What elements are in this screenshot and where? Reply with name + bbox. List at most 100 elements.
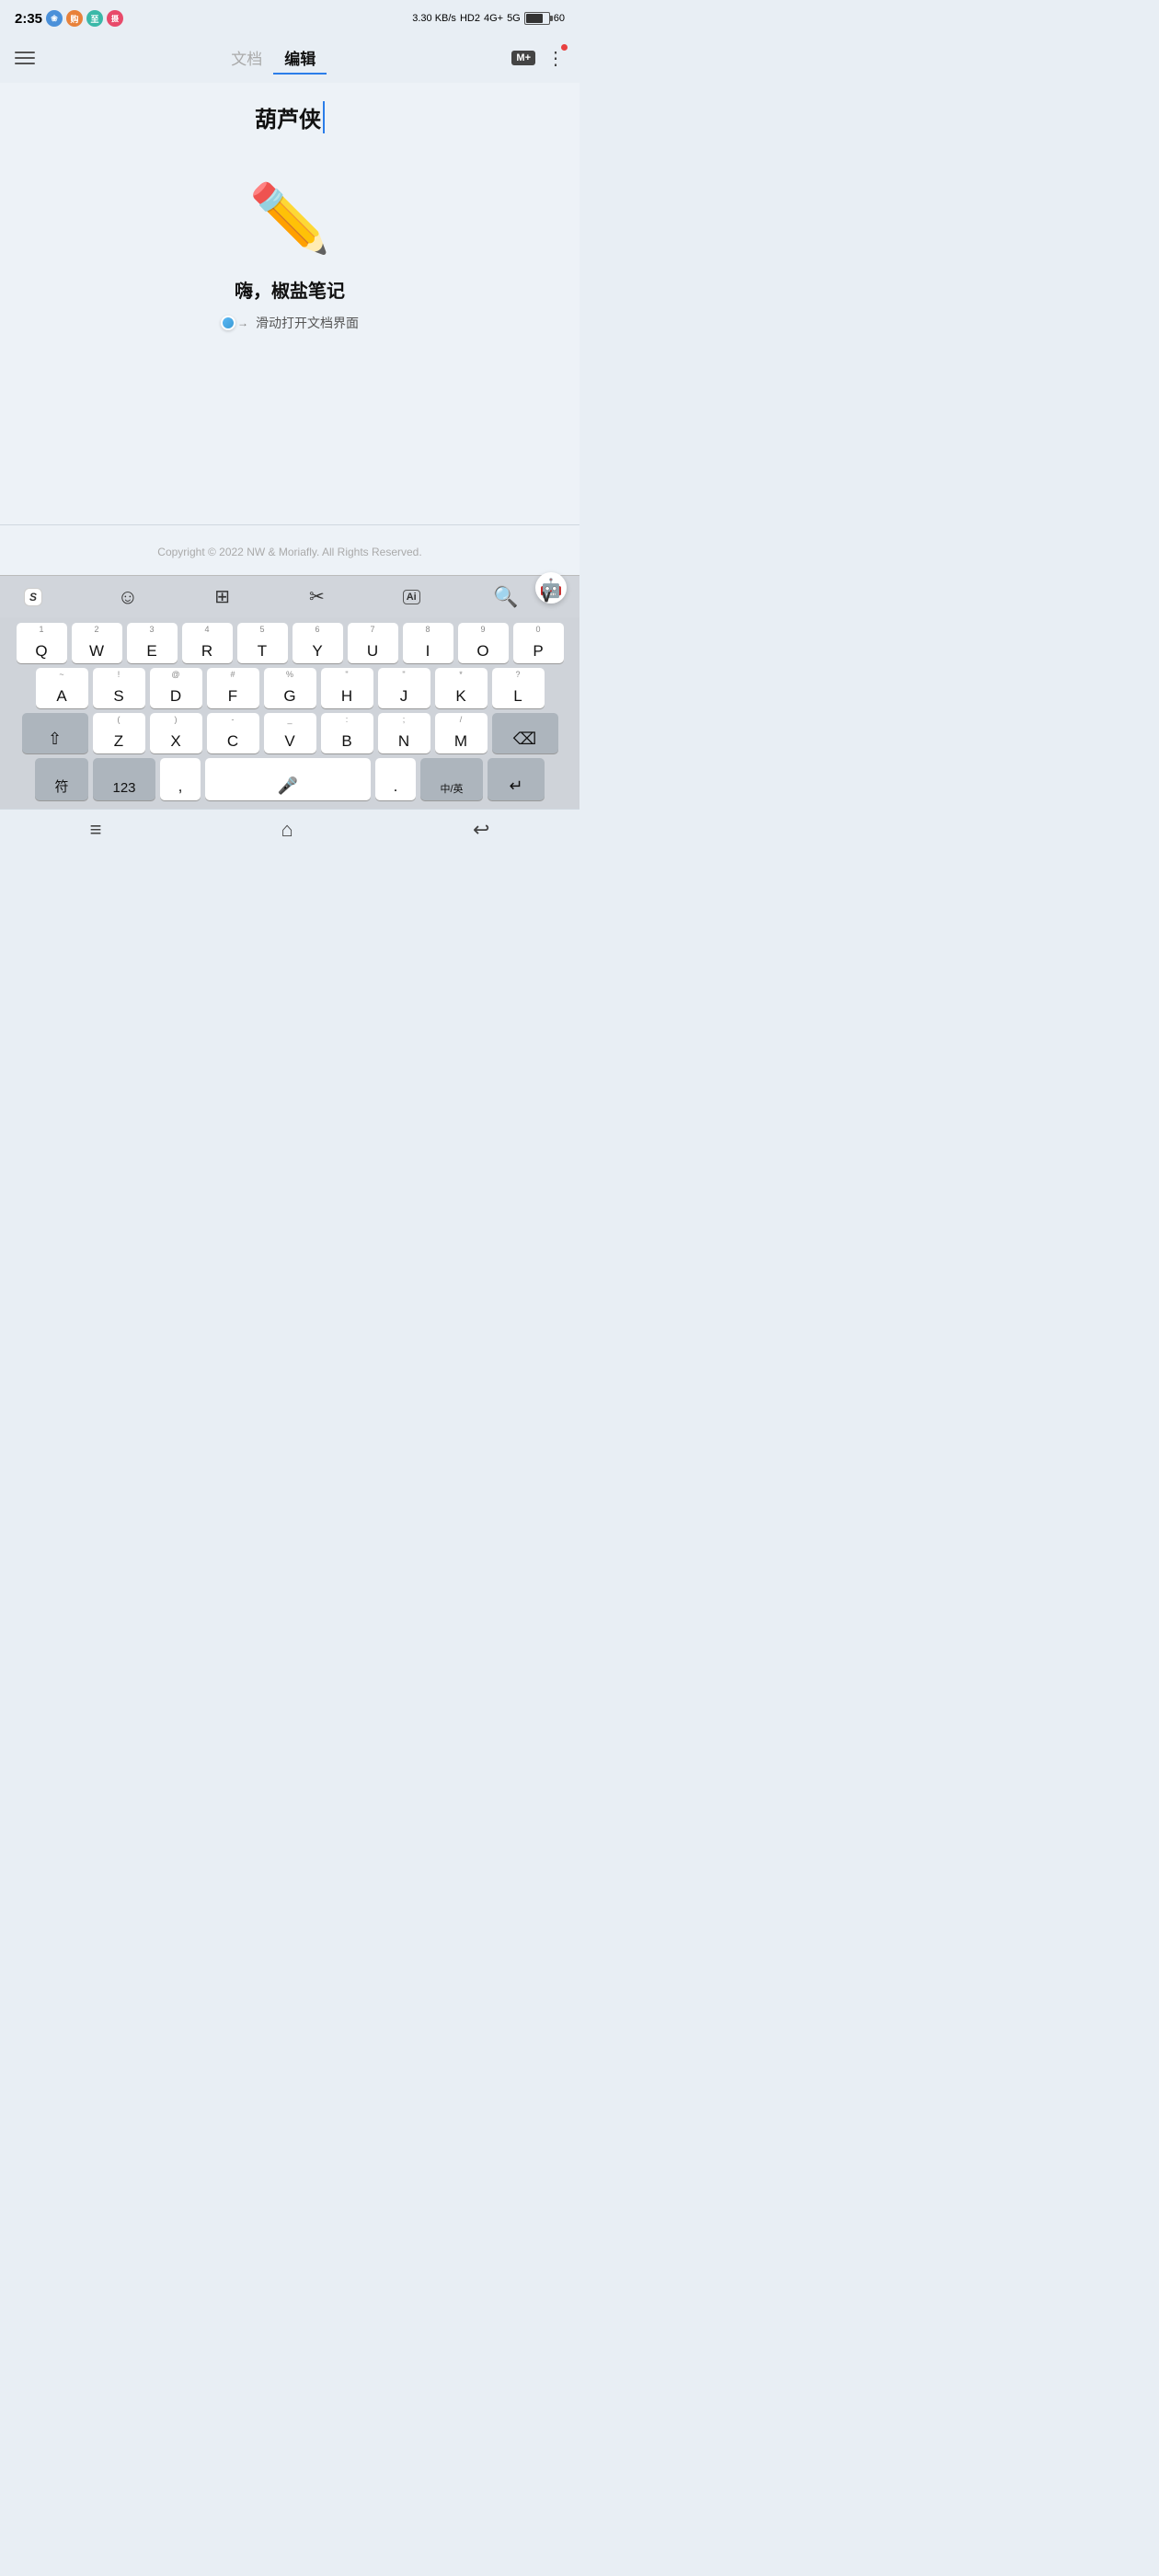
- nav-tabs: 文档 编辑: [220, 42, 327, 75]
- bottom-nav-back-icon[interactable]: ↩: [473, 818, 489, 842]
- network-speed: 3.30 KB/s: [412, 13, 456, 24]
- sougou-icon: S: [24, 588, 42, 606]
- key-z[interactable]: (Z: [93, 713, 145, 753]
- key-o[interactable]: 9O: [458, 623, 509, 663]
- key-lang-switch[interactable]: 中/英: [420, 758, 483, 800]
- status-right: 3.30 KB/s HD2 4G+ 5G 60: [412, 12, 565, 25]
- keyboard-toolbar: 🤖 S ☺ ⊞ ✂ Ai 🔍 ∨: [0, 575, 580, 617]
- key-e[interactable]: 3E: [127, 623, 178, 663]
- status-left: 2:35 ❀ 购 至 摄: [15, 10, 123, 27]
- key-f[interactable]: #F: [207, 668, 259, 708]
- key-l[interactable]: ?L: [492, 668, 545, 708]
- scissors-icon: ✂: [309, 585, 325, 608]
- status-icon-4: 摄: [107, 10, 123, 27]
- key-x[interactable]: )X: [150, 713, 202, 753]
- ai-icon: Ai: [403, 590, 420, 604]
- hd-indicator: HD2: [460, 13, 480, 24]
- key-y[interactable]: 6Y: [293, 623, 343, 663]
- slide-indicator: →: [221, 316, 248, 330]
- pencil-emoji: ✏️: [248, 179, 331, 258]
- key-d[interactable]: @D: [150, 668, 202, 708]
- key-q[interactable]: 1Q: [17, 623, 67, 663]
- tab-edit[interactable]: 编辑: [273, 42, 327, 75]
- key-shift[interactable]: ⇧: [22, 713, 88, 753]
- battery-indicator: [524, 12, 550, 25]
- keyboard: 1Q 2W 3E 4R 5T 6Y 7U 8I 9O 0P ~A !S @D #…: [0, 617, 580, 809]
- key-a[interactable]: ~A: [36, 668, 88, 708]
- nav-right: M+ ⋮: [511, 47, 565, 70]
- chevron-down-icon: ∨: [540, 587, 552, 606]
- key-k[interactable]: *K: [435, 668, 488, 708]
- key-w[interactable]: 2W: [72, 623, 122, 663]
- signal-5g: 5G: [507, 13, 521, 24]
- key-j[interactable]: "J: [378, 668, 430, 708]
- key-space[interactable]: 🎤: [205, 758, 371, 800]
- bottom-nav-menu-icon[interactable]: ≡: [90, 818, 102, 842]
- copyright-area: Copyright © 2022 NW & Moriafly. All Righ…: [0, 524, 580, 575]
- status-icon-1: ❀: [46, 10, 63, 27]
- ai-tool[interactable]: Ai: [393, 581, 430, 614]
- key-u[interactable]: 7U: [348, 623, 398, 663]
- key-comma[interactable]: ,: [160, 758, 201, 800]
- signal-4g: 4G+: [484, 13, 503, 24]
- sougou-tool[interactable]: S: [15, 581, 52, 614]
- key-123[interactable]: 123: [93, 758, 155, 800]
- red-dot-indicator: [561, 44, 568, 51]
- grid-icon: ⊞: [214, 585, 230, 608]
- more-icon: ⋮: [546, 49, 565, 69]
- kb-right-tools: 🔍 ∨: [488, 581, 565, 614]
- search-tool[interactable]: 🔍: [488, 581, 524, 614]
- keyboard-row-4: 符 123 , 🎤 . 中/英 ↵: [4, 758, 576, 800]
- slide-hint: → 滑动打开文档界面: [221, 314, 359, 332]
- doc-title[interactable]: 葫芦侠: [255, 101, 325, 133]
- key-s[interactable]: !S: [93, 668, 145, 708]
- search-icon: 🔍: [493, 585, 518, 609]
- doc-title-area: 葫芦侠: [28, 101, 552, 133]
- bottom-nav-home-icon[interactable]: ⌂: [281, 818, 293, 842]
- key-fu[interactable]: 符: [35, 758, 88, 800]
- key-n[interactable]: ;N: [378, 713, 430, 753]
- bottom-nav: ≡ ⌂ ↩: [0, 809, 580, 849]
- empty-title: 嗨，椒盐笔记: [235, 276, 345, 303]
- status-bar: 2:35 ❀ 购 至 摄 3.30 KB/s HD2 4G+ 5G 60: [0, 0, 580, 33]
- scissors-tool[interactable]: ✂: [298, 581, 335, 614]
- grid-tool[interactable]: ⊞: [204, 581, 241, 614]
- more-button[interactable]: ⋮: [546, 47, 565, 70]
- tab-doc[interactable]: 文档: [220, 42, 273, 75]
- slide-hint-text: 滑动打开文档界面: [256, 314, 359, 332]
- emoji-tool[interactable]: ☺: [109, 581, 146, 614]
- status-icon-3: 至: [86, 10, 103, 27]
- key-g[interactable]: %G: [264, 668, 316, 708]
- key-m[interactable]: /M: [435, 713, 488, 753]
- key-p[interactable]: 0P: [513, 623, 564, 663]
- key-h[interactable]: "H: [321, 668, 373, 708]
- key-v[interactable]: _V: [264, 713, 316, 753]
- key-r[interactable]: 4R: [182, 623, 233, 663]
- hamburger-line-1: [15, 52, 35, 53]
- main-content: 葫芦侠 ✏️ 嗨，椒盐笔记 → 滑动打开文档界面: [0, 83, 580, 524]
- keyboard-row-3: ⇧ (Z )X -C _V :B ;N /M ⌫: [4, 713, 576, 753]
- microphone-icon: 🎤: [278, 776, 298, 796]
- slide-dot: [221, 316, 235, 330]
- emoji-icon: ☺: [118, 585, 138, 609]
- keyboard-row-2: ~A !S @D #F %G "H "J *K ?L: [4, 668, 576, 708]
- hamburger-line-3: [15, 63, 35, 64]
- key-c[interactable]: -C: [207, 713, 259, 753]
- status-time: 2:35: [15, 11, 42, 27]
- md-badge[interactable]: M+: [511, 51, 535, 65]
- key-t[interactable]: 5T: [237, 623, 288, 663]
- key-i[interactable]: 8I: [403, 623, 453, 663]
- key-enter[interactable]: ↵: [488, 758, 545, 800]
- hamburger-line-2: [15, 57, 35, 59]
- slide-arrow-icon: →: [237, 316, 248, 329]
- key-b[interactable]: :B: [321, 713, 373, 753]
- key-period[interactable]: .: [375, 758, 416, 800]
- keyboard-row-1: 1Q 2W 3E 4R 5T 6Y 7U 8I 9O 0P: [4, 623, 576, 663]
- empty-state: ✏️ 嗨，椒盐笔记 → 滑动打开文档界面: [28, 161, 552, 369]
- key-delete[interactable]: ⌫: [492, 713, 558, 753]
- hamburger-menu[interactable]: [15, 52, 35, 64]
- status-icon-2: 购: [66, 10, 83, 27]
- copyright-text: Copyright © 2022 NW & Moriafly. All Righ…: [157, 546, 421, 558]
- top-nav: 文档 编辑 M+ ⋮: [0, 33, 580, 83]
- dismiss-keyboard-tool[interactable]: ∨: [528, 581, 565, 614]
